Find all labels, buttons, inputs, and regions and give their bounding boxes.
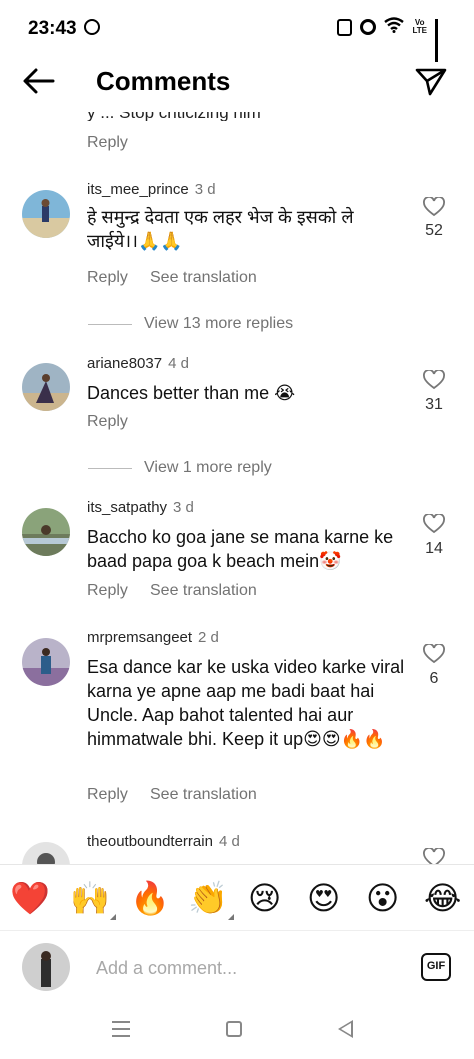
avatar[interactable] [22, 638, 70, 686]
reply-button[interactable]: Reply [87, 786, 128, 804]
heart-icon[interactable] [423, 370, 445, 390]
whatsapp-icon [84, 19, 100, 35]
paper-plane-icon[interactable] [414, 66, 448, 96]
view-more-replies[interactable]: View 13 more replies [88, 315, 293, 333]
like-count: 31 [425, 396, 443, 413]
see-translation-button[interactable]: See translation [150, 786, 257, 804]
status-icons: Vo LTE [337, 17, 438, 62]
nfc-icon [337, 18, 353, 36]
reply-button[interactable]: Reply [87, 134, 128, 152]
emoji-glyph[interactable]: 🙌 [70, 880, 110, 916]
status-bar: 23:43 Vo LTE [0, 0, 474, 62]
emoji-clap-button[interactable]: 👏 [188, 878, 234, 920]
divider-line [88, 467, 132, 469]
system-nav-bar [0, 1004, 474, 1059]
like-count: 6 [429, 670, 439, 687]
partial-comment-text: y ... Stop criticizing him [87, 104, 261, 122]
wifi-icon [384, 17, 405, 37]
like-count: 52 [425, 222, 443, 239]
username-text[interactable]: its_mee_prince [87, 181, 189, 198]
gif-button[interactable]: GIF [421, 953, 451, 981]
view-replies-label[interactable]: View 13 more replies [144, 315, 293, 333]
emoji-heart-eyes-button[interactable]: 😍 [307, 878, 340, 918]
arrow-left-icon[interactable] [22, 66, 56, 96]
back-triangle-icon[interactable] [338, 1020, 353, 1038]
comment-username[interactable]: ariane8037 4 d [87, 355, 189, 372]
comment-input[interactable] [96, 955, 396, 981]
alarm-icon [360, 19, 377, 35]
reply-button[interactable]: Reply [87, 413, 128, 431]
emoji-heart-button[interactable]: ❤️ [10, 878, 50, 918]
comment-age: 3 d [194, 181, 216, 198]
comment-composer: GIF [0, 930, 474, 1004]
volte-icon: Vo LTE [412, 19, 427, 35]
emoji-crying-button[interactable]: 😢 [248, 878, 281, 918]
heart-icon[interactable] [423, 514, 445, 534]
see-translation-button[interactable]: See translation [150, 269, 257, 287]
like-count: 14 [425, 540, 443, 557]
skin-tone-indicator [227, 914, 234, 920]
emoji-glyph[interactable]: 👏 [188, 880, 228, 916]
skin-tone-indicator [109, 914, 116, 920]
status-time: 23:43 [28, 18, 77, 39]
volte-bottom-label: LTE [412, 26, 427, 35]
avatar[interactable] [22, 190, 70, 238]
comment-text: Esa dance kar ke uska video karke viral … [87, 657, 405, 749]
comment-text: Dances better than me 😭 [87, 383, 296, 403]
comment-username[interactable]: its_mee_prince 3 d [87, 181, 216, 198]
see-translation-button[interactable]: See translation [150, 582, 257, 600]
comment-age: 2 d [198, 629, 219, 646]
avatar[interactable] [22, 842, 70, 864]
divider-line [88, 323, 132, 325]
username-text[interactable]: theoutboundterrain [87, 833, 213, 850]
view-replies-label[interactable]: View 1 more reply [144, 459, 272, 477]
signal-icon [435, 19, 438, 62]
comment-age: 4 d [168, 355, 189, 372]
heart-icon[interactable] [423, 197, 445, 217]
username-text[interactable]: its_satpathy [87, 499, 167, 516]
heart-icon[interactable] [423, 848, 445, 864]
emoji-quick-bar: ❤️ 🙌 🔥 👏 😢 😍 😮 😂 [0, 870, 474, 928]
comment-text: Baccho ko goa jane se mana karne ke baad… [87, 527, 394, 571]
emoji-laughing-button[interactable]: 😂 [424, 878, 461, 918]
avatar[interactable] [22, 508, 70, 556]
username-text[interactable]: mrpremsangeet [87, 629, 192, 646]
header: Comments [0, 58, 474, 104]
comment-username[interactable]: mrpremsangeet 2 d [87, 629, 219, 646]
view-more-replies[interactable]: View 1 more reply [88, 459, 272, 477]
comment-username[interactable]: its_satpathy 3 d [87, 499, 194, 516]
comment-age: 4 d [218, 833, 240, 850]
emoji-raised-hands-button[interactable]: 🙌 [70, 878, 116, 920]
reply-button[interactable]: Reply [87, 269, 128, 287]
username-text[interactable]: ariane8037 [87, 355, 162, 372]
avatar [22, 943, 70, 991]
comment-text: हे समुन्द्र देवता एक लहर भेज के इसको ले … [87, 207, 354, 251]
emoji-surprised-button[interactable]: 😮 [366, 878, 399, 918]
heart-icon[interactable] [423, 644, 445, 664]
home-icon[interactable] [226, 1021, 242, 1037]
page-title: Comments [96, 66, 231, 96]
divider [0, 864, 474, 865]
menu-icon[interactable] [112, 1021, 130, 1037]
avatar[interactable] [22, 363, 70, 411]
comments-list[interactable]: y ... Stop criticizing him Reply its_mee… [0, 104, 474, 864]
comment-age: 3 d [173, 499, 194, 516]
reply-button[interactable]: Reply [87, 582, 128, 600]
comment-username[interactable]: theoutboundterrain 4 d [87, 833, 240, 850]
emoji-fire-button[interactable]: 🔥 [130, 878, 170, 918]
